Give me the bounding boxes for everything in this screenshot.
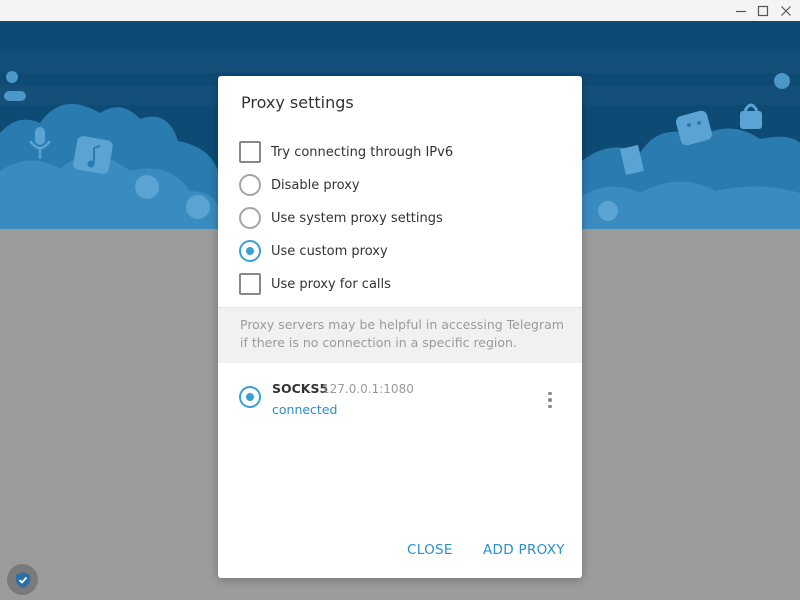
minimize-icon[interactable] [730, 0, 752, 21]
option-system-proxy[interactable]: Use system proxy settings [239, 206, 443, 230]
option-custom-proxy[interactable]: Use custom proxy [239, 239, 388, 263]
option-proxy-calls[interactable]: Use proxy for calls [239, 272, 391, 296]
close-button[interactable]: CLOSE [407, 542, 453, 558]
dialog-title: Proxy settings [241, 93, 354, 112]
maximize-icon[interactable] [752, 0, 774, 21]
disable-proxy-radio[interactable] [239, 174, 261, 196]
option-proxy-calls-label: Use proxy for calls [271, 276, 391, 292]
proxy-shield-icon[interactable] [7, 564, 38, 595]
proxy-settings-dialog: Proxy settings Try connecting through IP… [218, 76, 582, 578]
option-disable-proxy-label: Disable proxy [271, 177, 360, 193]
add-proxy-button[interactable]: ADD PROXY [483, 542, 565, 558]
system-proxy-radio[interactable] [239, 207, 261, 229]
proxy-status: connected [272, 402, 338, 417]
more-vertical-icon[interactable] [539, 388, 561, 412]
proxy-list-item[interactable]: SOCKS5 127.0.0.1:1080 connected [218, 376, 582, 424]
option-ipv6[interactable]: Try connecting through IPv6 [239, 140, 453, 164]
option-custom-proxy-label: Use custom proxy [271, 243, 388, 259]
proxy-select-radio[interactable] [239, 386, 261, 408]
option-disable-proxy[interactable]: Disable proxy [239, 173, 360, 197]
proxy-address: 127.0.0.1:1080 [322, 382, 414, 396]
proxy-type: SOCKS5 [272, 381, 329, 396]
proxy-calls-checkbox[interactable] [239, 273, 261, 295]
window-titlebar [0, 0, 800, 21]
option-system-proxy-label: Use system proxy settings [271, 210, 443, 226]
close-icon[interactable] [775, 0, 797, 21]
option-ipv6-label: Try connecting through IPv6 [271, 144, 454, 160]
about-text: Proxy servers may be helpful in accessin… [240, 317, 564, 350]
about-section: Proxy servers may be helpful in accessin… [218, 307, 582, 363]
ipv6-checkbox[interactable] [239, 141, 261, 163]
custom-proxy-radio[interactable] [239, 240, 261, 262]
